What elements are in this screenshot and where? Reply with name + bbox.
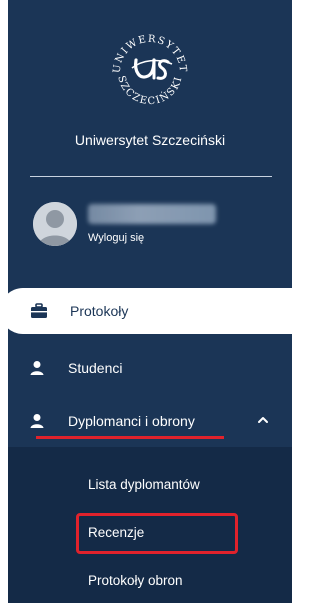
nav-item-label: Studenci xyxy=(68,360,123,376)
logout-link[interactable]: Wyloguj się xyxy=(88,232,144,244)
svg-text:SZCZECIŃSKI: SZCZECIŃSKI xyxy=(115,75,184,108)
user-icon xyxy=(28,412,46,430)
nav-item-label: Dyplomanci i obrony xyxy=(68,413,195,429)
nav-item-label: Protokoły xyxy=(70,303,129,319)
sidebar: UNIWERSYTET SZCZECIŃSKI Uniwersytet Szcz… xyxy=(8,0,292,603)
briefcase-icon xyxy=(30,302,48,320)
user-name-redacted xyxy=(88,204,216,224)
nav-item-protokoly[interactable]: Protokoły xyxy=(8,288,292,334)
highlight-box xyxy=(76,513,238,554)
svg-text:UNIWERSYTET: UNIWERSYTET xyxy=(112,34,189,74)
university-name: Uniwersytet Szczeciński xyxy=(74,132,226,148)
university-logo[interactable]: UNIWERSYTET SZCZECIŃSKI xyxy=(8,20,292,116)
chevron-up-icon[interactable] xyxy=(256,413,270,427)
divider xyxy=(30,176,272,177)
nav-item-studenci[interactable]: Studenci xyxy=(8,345,292,391)
submenu-item-lista-dyplomantow[interactable]: Lista dyplomantów xyxy=(88,477,200,492)
university-seal-icon: UNIWERSYTET SZCZECIŃSKI xyxy=(112,34,189,108)
avatar[interactable] xyxy=(33,202,77,246)
user-icon xyxy=(28,359,46,377)
user-avatar-icon xyxy=(33,202,77,246)
highlight-underline xyxy=(36,436,224,439)
submenu-item-protokoly-obron[interactable]: Protokoły obron xyxy=(88,573,183,588)
